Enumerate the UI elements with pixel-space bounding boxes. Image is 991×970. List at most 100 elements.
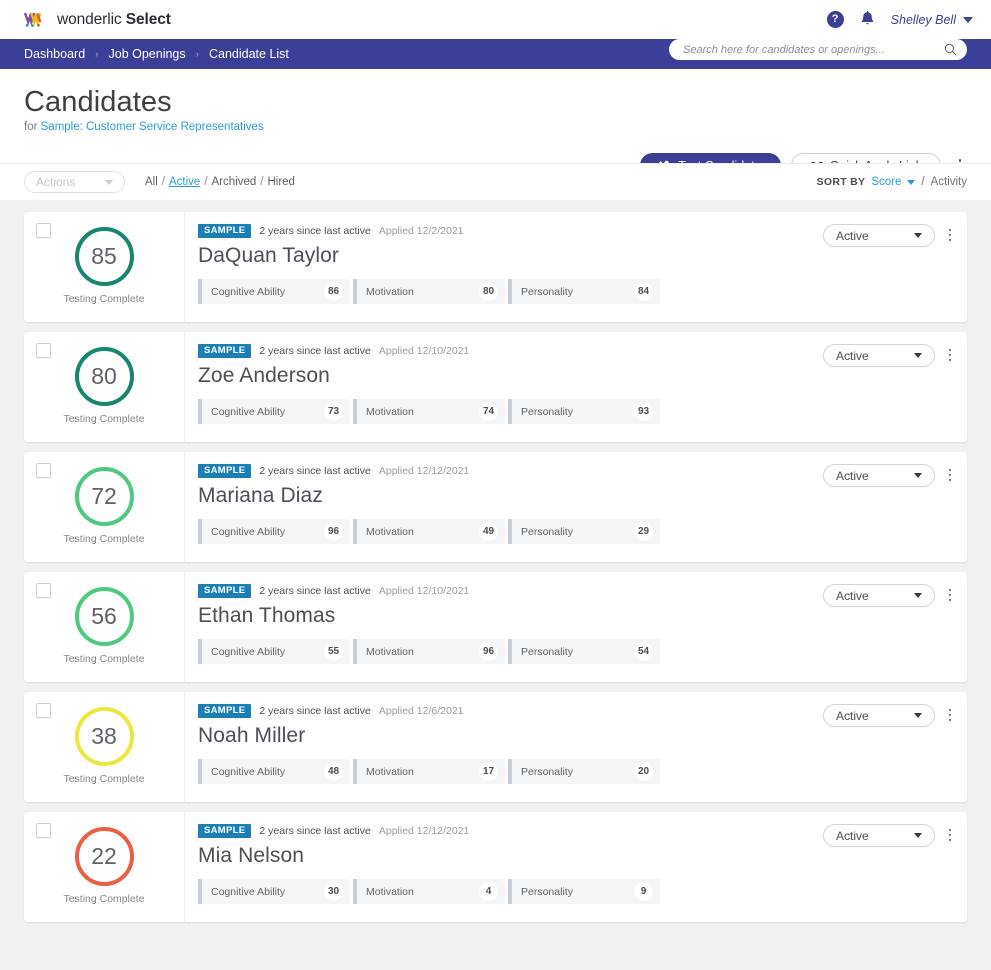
chevron-down-icon bbox=[914, 473, 922, 478]
breadcrumb-separator-icon: › bbox=[95, 48, 99, 60]
breadcrumb-item-candidate-list[interactable]: Candidate List bbox=[209, 47, 289, 61]
candidate-overflow-menu-icon[interactable] bbox=[941, 224, 959, 246]
tab-hired[interactable]: Hired bbox=[267, 176, 294, 188]
metric-cognitive ability: Cognitive Ability 30 bbox=[198, 879, 350, 904]
sort-option-score[interactable]: Score bbox=[871, 176, 901, 188]
candidate-status-dropdown[interactable]: Active bbox=[823, 464, 935, 487]
metric-label: Motivation bbox=[366, 405, 414, 418]
candidate-meta: SAMPLE 2 years since last active Applied… bbox=[198, 223, 777, 239]
metric-label: Personality bbox=[521, 405, 573, 418]
candidate-overflow-menu-icon[interactable] bbox=[941, 344, 959, 366]
brand-logo[interactable]: wonderlic Select bbox=[24, 11, 171, 29]
candidate-status-dropdown[interactable]: Active bbox=[823, 224, 935, 247]
metric-value: 17 bbox=[479, 762, 498, 781]
overall-score-ring: 38 bbox=[74, 707, 134, 766]
candidate-select-checkbox[interactable] bbox=[36, 463, 51, 478]
search-icon[interactable] bbox=[944, 43, 957, 56]
candidate-card[interactable]: 72 Testing Complete SAMPLE 2 years since… bbox=[24, 452, 967, 562]
candidate-select-checkbox[interactable] bbox=[36, 223, 51, 238]
metric-motivation: Motivation 49 bbox=[353, 519, 505, 544]
job-opening-link[interactable]: Sample: Customer Service Representatives bbox=[41, 121, 264, 133]
candidate-name[interactable]: Zoe Anderson bbox=[198, 363, 777, 389]
testing-status-label: Testing Complete bbox=[63, 653, 145, 665]
candidate-card[interactable]: 38 Testing Complete SAMPLE 2 years since… bbox=[24, 692, 967, 802]
metric-label: Personality bbox=[521, 285, 573, 298]
sort-option-activity[interactable]: Activity bbox=[931, 176, 967, 188]
candidate-select-checkbox[interactable] bbox=[36, 703, 51, 718]
last-active-text: 2 years since last active bbox=[259, 825, 371, 837]
candidate-score-panel: 38 Testing Complete bbox=[24, 692, 185, 802]
tab-archived[interactable]: Archived bbox=[212, 176, 257, 188]
candidate-overflow-menu-icon[interactable] bbox=[941, 704, 959, 726]
tab-separator: / bbox=[260, 176, 264, 188]
overall-score-ring: 80 bbox=[74, 347, 134, 406]
user-menu[interactable]: Shelley Bell bbox=[891, 13, 973, 27]
candidate-status-dropdown[interactable]: Active bbox=[823, 704, 935, 727]
candidate-metrics: Cognitive Ability 86 Motivation 80 Perso… bbox=[198, 279, 777, 304]
testing-status-label: Testing Complete bbox=[63, 413, 145, 425]
metric-label: Personality bbox=[521, 885, 573, 898]
wonderlic-logo-icon bbox=[24, 12, 42, 27]
last-active-text: 2 years since last active bbox=[259, 705, 371, 717]
candidate-card[interactable]: 80 Testing Complete SAMPLE 2 years since… bbox=[24, 332, 967, 442]
candidate-overflow-menu-icon[interactable] bbox=[941, 464, 959, 486]
chevron-down-icon bbox=[914, 233, 922, 238]
candidate-status-label: Active bbox=[836, 348, 869, 363]
metric-label: Motivation bbox=[366, 285, 414, 298]
top-bar: wonderlic Select ? Shelley Bell bbox=[0, 0, 991, 39]
candidate-select-checkbox[interactable] bbox=[36, 343, 51, 358]
candidate-status-dropdown[interactable]: Active bbox=[823, 824, 935, 847]
metric-personality: Personality 54 bbox=[508, 639, 660, 664]
candidate-name[interactable]: Ethan Thomas bbox=[198, 603, 777, 629]
metric-label: Motivation bbox=[366, 525, 414, 538]
candidate-name[interactable]: Mariana Diaz bbox=[198, 483, 777, 509]
applied-date-text: Applied 12/12/2021 bbox=[378, 825, 470, 837]
candidate-meta: SAMPLE 2 years since last active Applied… bbox=[198, 823, 777, 839]
candidate-metrics: Cognitive Ability 48 Motivation 17 Perso… bbox=[198, 759, 777, 784]
candidate-metrics: Cognitive Ability 96 Motivation 49 Perso… bbox=[198, 519, 777, 544]
candidate-details: SAMPLE 2 years since last active Applied… bbox=[185, 812, 777, 922]
candidate-select-checkbox[interactable] bbox=[36, 823, 51, 838]
testing-status-label: Testing Complete bbox=[63, 293, 145, 305]
applied-date-text: Applied 12/6/2021 bbox=[378, 705, 464, 717]
candidate-actions: Active bbox=[777, 692, 967, 802]
candidate-metrics: Cognitive Ability 55 Motivation 96 Perso… bbox=[198, 639, 777, 664]
candidate-actions: Active bbox=[777, 452, 967, 562]
tab-active[interactable]: Active bbox=[169, 176, 200, 188]
breadcrumb-item-job-openings[interactable]: Job Openings bbox=[109, 47, 186, 61]
metric-value: 20 bbox=[634, 762, 653, 781]
candidate-card[interactable]: 56 Testing Complete SAMPLE 2 years since… bbox=[24, 572, 967, 682]
tab-separator: / bbox=[204, 176, 208, 188]
candidate-status-label: Active bbox=[836, 468, 869, 483]
candidate-overflow-menu-icon[interactable] bbox=[941, 824, 959, 846]
candidate-status-dropdown[interactable]: Active bbox=[823, 584, 935, 607]
help-icon[interactable]: ? bbox=[826, 11, 844, 28]
applied-date-text: Applied 12/12/2021 bbox=[378, 465, 470, 477]
metric-value: 48 bbox=[324, 762, 343, 781]
notifications-bell-icon[interactable] bbox=[860, 11, 875, 28]
candidate-details: SAMPLE 2 years since last active Applied… bbox=[185, 572, 777, 682]
actions-dropdown-label: Actions bbox=[36, 175, 76, 189]
metric-value: 96 bbox=[479, 642, 498, 661]
candidate-status-dropdown[interactable]: Active bbox=[823, 344, 935, 367]
metric-label: Personality bbox=[521, 645, 573, 658]
metric-value: 55 bbox=[324, 642, 343, 661]
search-box[interactable] bbox=[669, 39, 967, 60]
candidate-card[interactable]: 22 Testing Complete SAMPLE 2 years since… bbox=[24, 812, 967, 922]
overall-score-ring: 22 bbox=[74, 827, 134, 886]
search-input[interactable] bbox=[683, 43, 944, 56]
candidate-name[interactable]: DaQuan Taylor bbox=[198, 243, 777, 269]
actions-dropdown[interactable]: Actions bbox=[24, 171, 125, 193]
metric-label: Cognitive Ability bbox=[211, 885, 286, 898]
candidate-select-checkbox[interactable] bbox=[36, 583, 51, 598]
tab-all[interactable]: All bbox=[145, 176, 158, 188]
candidate-name[interactable]: Mia Nelson bbox=[198, 843, 777, 869]
candidate-name[interactable]: Noah Miller bbox=[198, 723, 777, 749]
candidate-overflow-menu-icon[interactable] bbox=[941, 584, 959, 606]
sample-badge: SAMPLE bbox=[198, 583, 252, 599]
sort-by-label: SORT BY bbox=[816, 176, 866, 188]
breadcrumb-item-dashboard[interactable]: Dashboard bbox=[24, 47, 85, 61]
chevron-down-icon[interactable] bbox=[907, 179, 916, 185]
candidate-card[interactable]: 85 Testing Complete SAMPLE 2 years since… bbox=[24, 212, 967, 322]
candidate-actions: Active bbox=[777, 212, 967, 322]
